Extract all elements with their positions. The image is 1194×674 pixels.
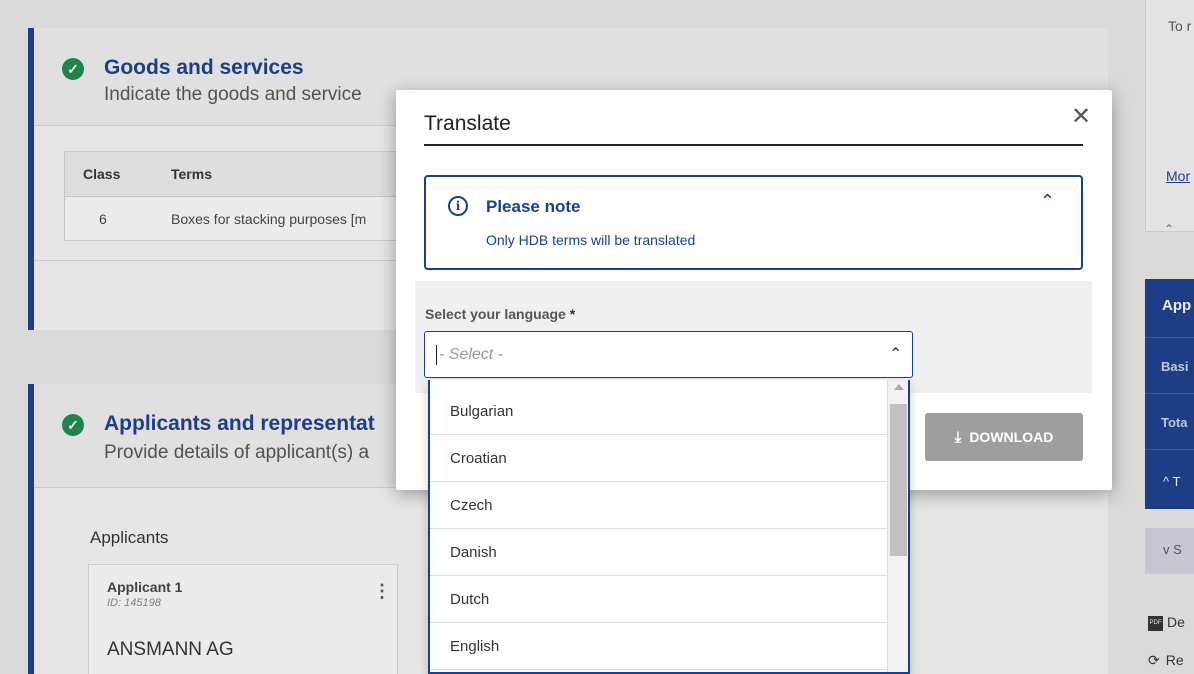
language-label: Select your language * — [425, 306, 575, 322]
language-option-danish[interactable]: Danish — [430, 530, 887, 576]
language-dropdown-list[interactable]: Bulgarian Croatian Czech Danish Dutch En… — [428, 380, 910, 674]
language-option-dutch[interactable]: Dutch — [430, 577, 887, 623]
close-icon[interactable]: ✕ — [1068, 104, 1094, 130]
text-cursor — [436, 345, 437, 365]
title-divider — [424, 144, 1083, 146]
select-placeholder: - Select - — [439, 346, 504, 363]
download-icon: ⤓ — [954, 428, 962, 446]
language-label-text: Select your language — [425, 306, 566, 322]
language-option-english[interactable]: English — [430, 624, 887, 670]
language-select[interactable]: - Select - ⌃ — [424, 331, 913, 378]
note-text: Only HDB terms will be translated — [486, 232, 696, 248]
language-selector-area: Select your language * - Select - ⌃ — [415, 281, 1092, 393]
language-option-czech[interactable]: Czech — [430, 483, 887, 529]
note-title: Please note — [486, 197, 581, 216]
scrollbar-thumb[interactable] — [890, 404, 907, 556]
language-option-croatian[interactable]: Croatian — [430, 436, 887, 482]
language-option-bulgarian[interactable]: Bulgarian — [430, 389, 887, 435]
info-icon: i — [448, 196, 468, 216]
chevron-up-icon[interactable]: ⌃ — [1040, 191, 1055, 212]
scroll-up-arrow-icon[interactable] — [894, 384, 904, 390]
download-label: DOWNLOAD — [969, 429, 1054, 445]
required-mark: * — [569, 306, 576, 322]
download-button[interactable]: ⤓ DOWNLOAD — [925, 413, 1083, 461]
chevron-up-icon[interactable]: ⌃ — [889, 344, 902, 364]
dropdown-scrollbar[interactable] — [887, 380, 908, 672]
dialog-title: Translate — [424, 112, 511, 135]
please-note-panel: i Please note Only HDB terms will be tra… — [424, 175, 1083, 270]
